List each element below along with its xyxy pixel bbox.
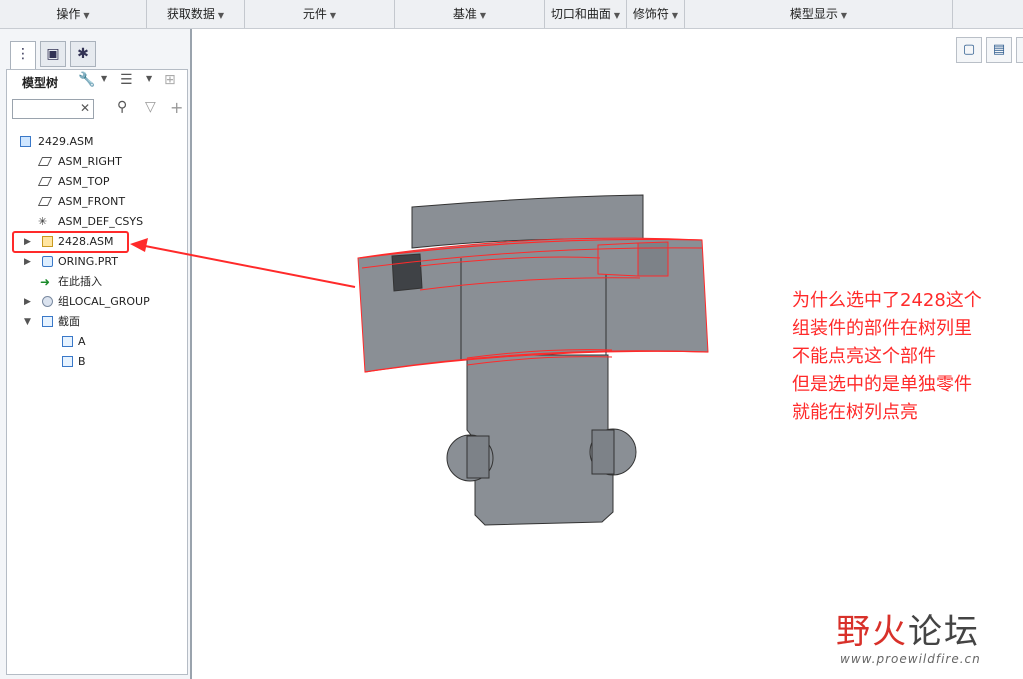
- groove-right: [591, 429, 615, 475]
- groove-left: [466, 435, 490, 479]
- pocket-left: [391, 253, 423, 292]
- arrow-head: [130, 238, 148, 252]
- forum-watermark-logo: 野火论坛 www.proewildfire.cn: [836, 612, 981, 666]
- annotation-arrow: [139, 244, 356, 288]
- annotation-text: 为什么选中了2428这个 组装件的部件在树列里 不能点亮这个部件 但是选中的是单…: [792, 290, 982, 423]
- pocket-right: [637, 241, 669, 277]
